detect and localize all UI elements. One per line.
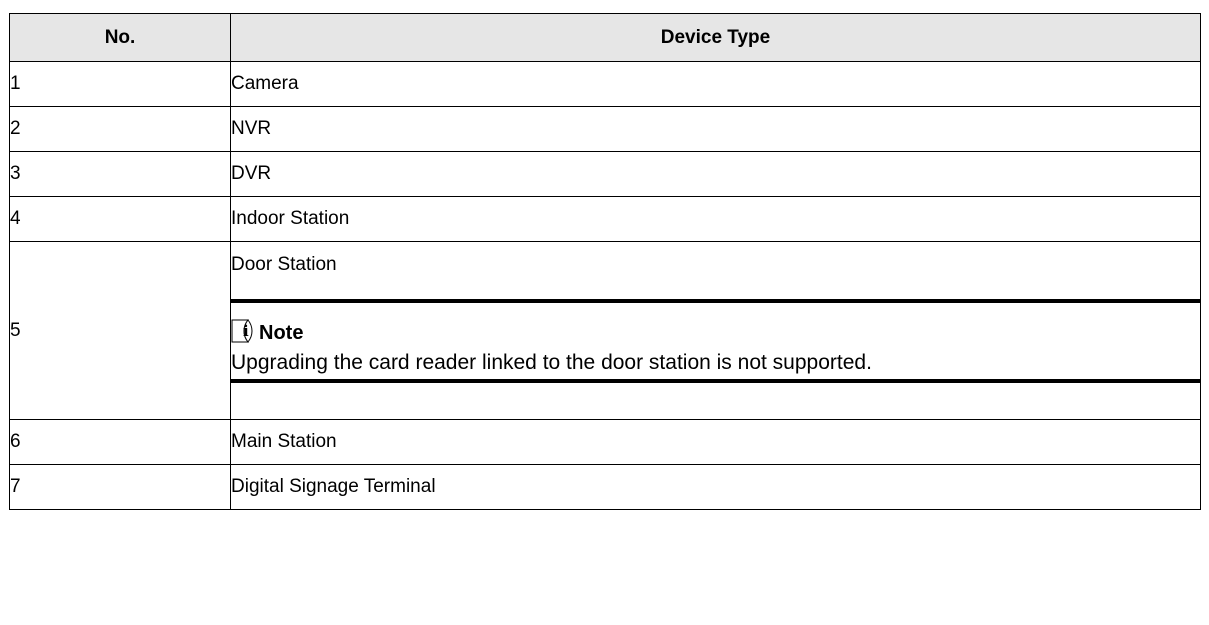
- header-no: No.: [9, 13, 231, 62]
- note-info-icon: i: [231, 319, 259, 343]
- device-type-cell: Digital Signage Terminal: [230, 464, 1201, 510]
- svg-text:i: i: [243, 322, 249, 340]
- row-number: 5: [9, 241, 231, 420]
- row-number: 2: [9, 106, 231, 152]
- table-row: 3 DVR: [9, 151, 1201, 197]
- table-row: 6 Main Station: [9, 419, 1201, 465]
- table-row: 1 Camera: [9, 61, 1201, 107]
- device-type-label: Door Station: [231, 254, 337, 275]
- note-heading: i Note: [231, 317, 303, 343]
- row-number: 4: [9, 196, 231, 242]
- device-type-cell: Camera: [230, 61, 1201, 107]
- table-row: 4 Indoor Station: [9, 196, 1201, 242]
- device-type-cell: Door Station i Note Upgrading the card r…: [230, 241, 1201, 420]
- note-label: Note: [259, 322, 304, 344]
- device-type-cell: Indoor Station: [230, 196, 1201, 242]
- row-number: 3: [9, 151, 231, 197]
- table-row: 5 Door Station i Note Upgrading the card…: [9, 241, 1201, 420]
- device-type-table: No. Device Type 1 Camera 2 NVR 3 DVR 4 I…: [9, 13, 1201, 510]
- table-row: 7 Digital Signage Terminal: [9, 464, 1201, 510]
- row-number: 7: [9, 464, 231, 510]
- row-number: 6: [9, 419, 231, 465]
- note-box: i Note Upgrading the card reader linked …: [231, 299, 1200, 383]
- row-number: 1: [9, 61, 231, 107]
- header-device-type: Device Type: [230, 13, 1201, 62]
- table-row: 2 NVR: [9, 106, 1201, 152]
- device-type-cell: NVR: [230, 106, 1201, 152]
- device-type-cell: DVR: [230, 151, 1201, 197]
- note-text: Upgrading the card reader linked to the …: [231, 351, 872, 374]
- table-header-row: No. Device Type: [9, 13, 1201, 62]
- device-type-cell: Main Station: [230, 419, 1201, 465]
